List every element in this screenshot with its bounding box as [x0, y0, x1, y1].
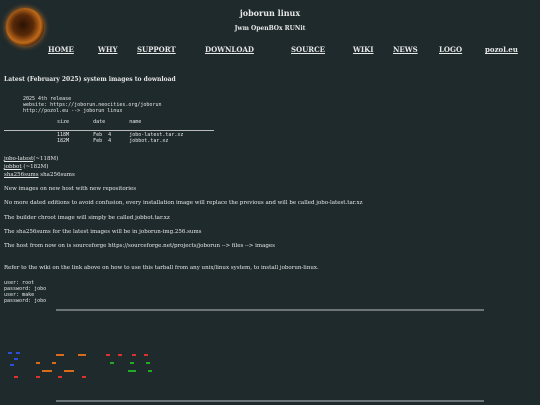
- jobbot-link[interactable]: jobbot: [4, 164, 22, 170]
- release-info: 2025 4th release website: https://joboru…: [23, 96, 162, 114]
- nav-wiki[interactable]: WIKI: [353, 45, 374, 54]
- paragraph-no-dated: No more dated editions to avoid confusio…: [4, 200, 363, 206]
- nav-source[interactable]: SOURCE: [291, 45, 325, 54]
- nav-logo[interactable]: LOGO: [439, 45, 462, 54]
- jobbot-size: (~182M): [23, 164, 49, 170]
- table-header: size date name: [57, 119, 142, 125]
- nav-download[interactable]: DOWNLOAD: [205, 45, 254, 54]
- paragraph-sha256: The sha256sums for the latest images wil…: [4, 229, 202, 235]
- link-line-sha: sha256sums sha256sums: [4, 172, 75, 178]
- paragraph-builder: The builder chroot image will simply be …: [4, 215, 170, 221]
- divider-top: [56, 309, 484, 311]
- table-divider: [4, 130, 214, 131]
- jobo-latest-link[interactable]: jobo-latest: [4, 156, 33, 162]
- sha256sums-link[interactable]: sha256sums: [4, 172, 39, 178]
- sha256sums-text: sha256sums: [40, 172, 75, 178]
- paragraph-host: The host from now on is sourceforge http…: [4, 243, 275, 249]
- site-title: joborun linux: [239, 8, 301, 18]
- paragraph-new-images: New images on new host with new reposito…: [4, 186, 137, 192]
- downloads-heading: Latest (February 2025) system images to …: [4, 76, 176, 83]
- link-line-jobo-latest: jobo-latest(~118M): [4, 156, 58, 162]
- table-rows: 118M Feb 4 jobo-latest.tar.xz 182M Feb 4…: [57, 132, 184, 144]
- nav-home[interactable]: HOME: [48, 45, 74, 54]
- joborun-ascii-art: [8, 352, 152, 378]
- paragraph-refer-wiki: Refer to the wiki on the link above on h…: [4, 265, 319, 271]
- credentials: user: root password: jobo user: make pas…: [4, 280, 47, 304]
- divider-bottom: [56, 400, 484, 402]
- jobo-latest-size: (~118M): [33, 156, 59, 162]
- site-subtitle: Jwm OpenBOx RUNit: [234, 25, 306, 32]
- nav-why[interactable]: WHY: [98, 45, 117, 54]
- link-line-jobbot: jobbot (~182M): [4, 164, 48, 170]
- nav-pozol[interactable]: pozol.eu: [485, 45, 518, 54]
- nav-support[interactable]: SUPPORT: [137, 45, 176, 54]
- nav-news[interactable]: NEWS: [393, 45, 418, 54]
